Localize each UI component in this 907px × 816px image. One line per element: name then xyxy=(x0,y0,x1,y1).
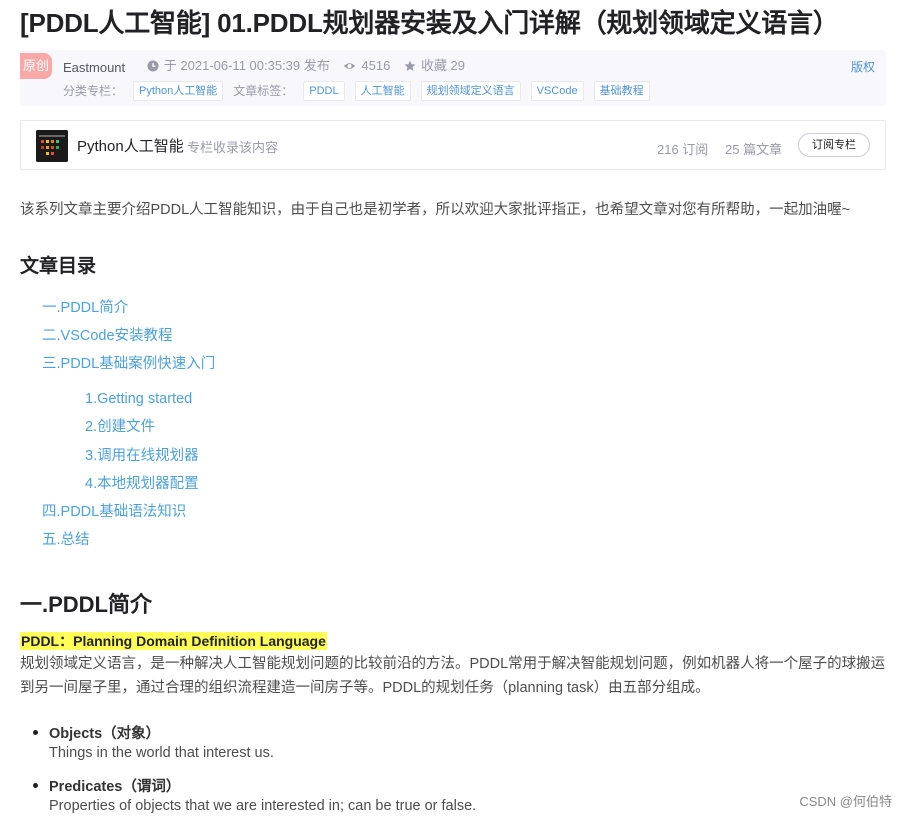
column-cover-image[interactable] xyxy=(36,130,68,162)
column-card: Python人工智能 专栏收录该内容 216 订阅 25 篇文章 订阅专栏 xyxy=(20,120,886,170)
toc-link[interactable]: 一.PDDL简介 xyxy=(42,298,128,318)
category-tag[interactable]: Python人工智能 xyxy=(133,81,224,101)
list-item-desc: Things in the world that interest us. xyxy=(49,745,274,761)
favorite-count-text: 收藏 29 xyxy=(420,58,466,73)
clock-icon xyxy=(147,60,159,72)
toc-sublink[interactable]: 2.创建文件 xyxy=(85,417,155,437)
author-link[interactable]: Eastmount xyxy=(63,60,125,75)
toc-sublink[interactable]: 3.调用在线规划器 xyxy=(85,446,199,466)
tag-item[interactable]: 基础教程 xyxy=(593,81,650,101)
tag-item[interactable]: 规划领域定义语言 xyxy=(420,81,521,101)
toc-link[interactable]: 五.总结 xyxy=(42,530,90,550)
list-item-title: Predicates（谓词） xyxy=(49,779,181,795)
copyright-link[interactable]: 版权 xyxy=(851,58,875,75)
tag-item[interactable]: 人工智能 xyxy=(354,81,411,101)
bullet-dot xyxy=(33,730,38,735)
toc-sublink[interactable]: 4.本地规划器配置 xyxy=(85,474,199,494)
view-count: 4516 xyxy=(343,57,390,75)
section-paragraph-line: 规划领域定义语言，是一种解决人工智能规划问题的比较前沿的方法。PDDL常用于解决… xyxy=(20,656,886,672)
article-meta-box: 原创 Eastmount 于 2021-06-11 00:35:39 发布 45… xyxy=(20,50,886,106)
column-subscribers: 216 订阅 xyxy=(657,142,709,157)
toc-heading: 文章目录 xyxy=(20,256,97,277)
csdn-watermark: CSDN @何伯特 xyxy=(799,794,892,809)
tag-item[interactable]: PDDL xyxy=(303,81,345,101)
toc-link[interactable]: 四.PDDL基础语法知识 xyxy=(42,502,186,522)
section-heading: 一.PDDL简介 xyxy=(20,592,153,617)
section-paragraph-line: 到另一间屋子里，通过合理的组织流程建造一间房子等。PDDL的规划任务（plann… xyxy=(20,680,710,696)
original-badge: 原创 xyxy=(20,53,52,79)
intro-paragraph: 该系列文章主要介绍PDDL人工智能知识，由于自己也是初学者，所以欢迎大家批评指正… xyxy=(20,202,851,218)
category-label: 分类专栏： xyxy=(63,84,124,98)
column-cover-graphic xyxy=(36,130,68,162)
column-name[interactable]: Python人工智能 xyxy=(77,135,184,156)
subscribe-column-button[interactable]: 订阅专栏 xyxy=(798,133,870,157)
tag-item[interactable]: VSCode xyxy=(530,81,584,101)
favorite-count[interactable]: 收藏 29 xyxy=(404,57,465,75)
column-description: 专栏收录该内容 xyxy=(187,140,279,155)
tags-row: 分类专栏： Python人工智能 文章标签： PDDL 人工智能 规划领域定义语… xyxy=(63,81,660,101)
eye-icon xyxy=(344,63,356,69)
list-item-desc: Properties of objects that we are intere… xyxy=(49,798,477,814)
article-title: [PDDL人工智能] 01.PDDL规划器安装及入门详解（规划领域定义语言） xyxy=(20,8,839,38)
publish-time: 于 2021-06-11 00:35:39 发布 xyxy=(147,57,330,75)
star-icon xyxy=(404,60,416,71)
toc-link[interactable]: 二.VSCode安装教程 xyxy=(42,326,173,346)
meta-row: Eastmount 于 2021-06-11 00:35:39 发布 4516 … xyxy=(63,57,475,77)
list-item-title: Objects（对象） xyxy=(49,726,161,742)
column-article-count: 25 篇文章 xyxy=(725,142,783,157)
tags-label: 文章标签： xyxy=(233,84,294,98)
bullet-dot xyxy=(33,783,38,788)
highlighted-definition: PDDL：Planning Domain Definition Language xyxy=(20,632,327,650)
publish-time-text: 于 2021-06-11 00:35:39 发布 xyxy=(163,58,330,73)
toc-sublink[interactable]: 1.Getting started xyxy=(85,389,192,409)
view-count-text: 4516 xyxy=(361,58,391,73)
toc-link[interactable]: 三.PDDL基础案例快速入门 xyxy=(42,354,215,374)
